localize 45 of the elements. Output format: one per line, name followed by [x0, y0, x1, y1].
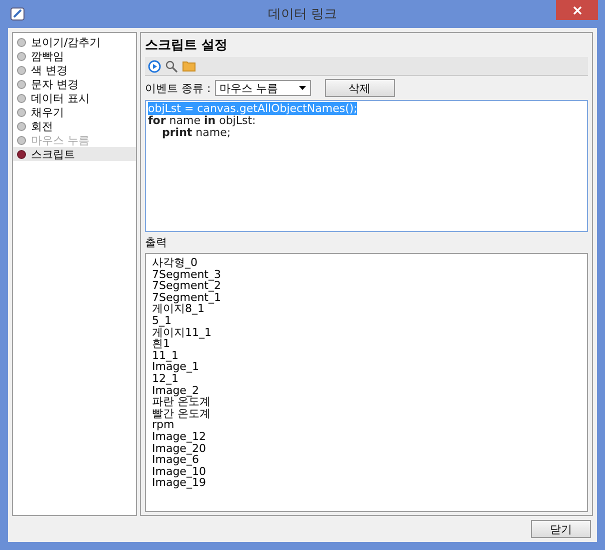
code-editor[interactable]: objLst = canvas.getAllObjectNames(); for name in objLst: print name;: [145, 100, 588, 232]
delete-button[interactable]: 삭제: [324, 79, 395, 97]
output-line: Image_10: [152, 464, 206, 478]
sidebar-item[interactable]: 깜빡임: [13, 49, 136, 63]
output-line: Image_1: [152, 360, 199, 374]
sidebar-item[interactable]: 색 변경: [13, 63, 136, 77]
close-button[interactable]: [556, 0, 598, 20]
window-title: 데이터 링크: [268, 6, 338, 23]
sidebar-item[interactable]: 문자 변경: [13, 77, 136, 91]
output-line: 흰1: [152, 337, 170, 350]
close-icon: [572, 6, 582, 14]
output-line: 11_1: [152, 348, 178, 362]
output-line: Image_20: [152, 442, 206, 454]
sidebar-item[interactable]: 보이기/감추기: [13, 35, 136, 49]
output-line: 게이지8_1: [152, 302, 204, 316]
output-line: 7Segment_2: [152, 279, 221, 292]
sidebar-item[interactable]: 채우기: [13, 105, 136, 119]
output-line: 파란 온도계: [152, 395, 210, 408]
output-line: Image_12: [152, 430, 206, 443]
close-dialog-button[interactable]: 닫기: [531, 520, 591, 538]
output-line: 7Segment_1: [152, 290, 221, 304]
caret-icon: [298, 86, 306, 90]
output-line: 5_1: [152, 314, 172, 327]
event-type-label: 이벤트 종류 :: [145, 80, 211, 96]
search-icon[interactable]: [165, 60, 178, 72]
output-line: 사각형_0: [152, 256, 198, 269]
output-line: Image_19: [152, 476, 206, 490]
output-line: 7Segment_3: [152, 268, 221, 281]
event-type-dropdown[interactable]: 마우스 누름: [214, 80, 311, 96]
output-line: Image_6: [152, 453, 199, 466]
code-line: for name in objLst:: [148, 114, 256, 127]
play-icon[interactable]: [148, 60, 161, 72]
output-line: Image_2: [152, 384, 199, 397]
app-icon: [10, 6, 26, 22]
sidebar-item[interactable]: 회전: [13, 119, 136, 133]
output-label: 출력: [145, 235, 168, 250]
sidebar-item[interactable]: 스크립트: [13, 147, 136, 161]
output-line: rpm: [152, 418, 174, 432]
output-line: 12_1: [152, 372, 178, 385]
output-line: 게이지11_1: [152, 326, 212, 339]
code-line: print name;: [161, 126, 231, 139]
output-line: 빨간 온도계: [152, 406, 210, 420]
sidebar-item[interactable]: 데이터 표시: [13, 91, 136, 105]
panel-title: 스크립트 설정: [145, 37, 229, 54]
folder-icon[interactable]: [182, 60, 196, 72]
